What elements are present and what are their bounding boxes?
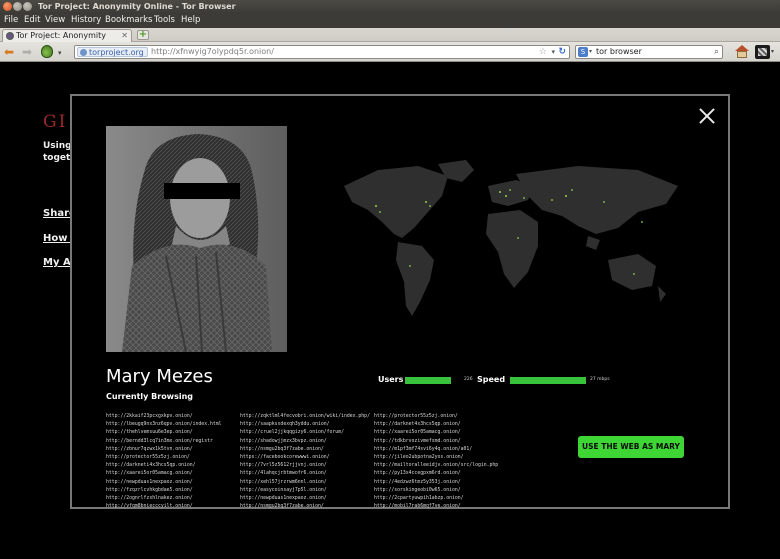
- window-titlebar: Tor Project: Anonymity Online - Tor Brow…: [0, 0, 780, 13]
- search-icon[interactable]: ⌕: [714, 46, 719, 58]
- new-tab-button[interactable]: +: [137, 30, 149, 40]
- menu-bar: File Edit View History Bookmarks Tools H…: [0, 13, 780, 28]
- visited-url: http://protector55z5zj.onion/: [374, 414, 458, 419]
- use-web-as-persona-button[interactable]: USE THE WEB AS MARY: [578, 436, 684, 458]
- url-list-column-2: http://zqktlml4fecvobri.onion/wiki/index…: [240, 413, 370, 511]
- reload-icon[interactable]: ↻: [558, 46, 566, 58]
- menu-bookmarks[interactable]: Bookmarks: [105, 13, 153, 28]
- url-list-column-3: http://protector55z5zj.onion/http://dark…: [374, 413, 498, 511]
- visited-url: http://darknet4x3hcs5qp.onion/: [374, 422, 461, 428]
- visited-url: http://vfqm8bniecccyilt.onion/: [106, 504, 193, 510]
- visited-url: http://darkneti4x3hcs5qp.onion/: [106, 463, 196, 469]
- menu-file[interactable]: File: [4, 13, 18, 28]
- users-value: 226: [464, 377, 473, 382]
- visited-url: http://newpduas1nexpaoz.onion/: [240, 496, 327, 502]
- speed-value: 27 mbps: [590, 377, 610, 382]
- visited-url: http://thehlvemsuu6e3ep.onion/: [106, 430, 193, 436]
- users-bar: [405, 377, 452, 384]
- tab-tor-project[interactable]: Tor Project: Anonymity Online ✕: [2, 29, 132, 52]
- visited-url: http://protector55z5zj.onion/: [106, 455, 190, 461]
- visited-url: http://jileo2ubpotna2yos.onion/: [374, 455, 464, 461]
- visited-url: http://py13x4ccegpxm6rd.onion/: [374, 471, 461, 477]
- menu-help[interactable]: Help: [181, 13, 200, 28]
- navigation-bar: ⬅ ➡ ▾ torproject.org http://xfnwyig7olyp…: [0, 42, 780, 62]
- visited-url: http://berndd3lcq7in3mx.onion/registr: [106, 438, 213, 444]
- speed-label: Speed: [477, 375, 506, 384]
- visited-url: http://xaarei5or05amacg.onion/: [106, 471, 193, 477]
- persona-modal: Mary Mezes Currently Browsing Users 226 …: [70, 94, 730, 509]
- background-logo: GI: [43, 112, 68, 132]
- visited-url: http://xehl57jrzrwm6nnl.onion/: [240, 479, 327, 485]
- url-text[interactable]: http://xfnwyig7olypdq5r.onion/: [151, 46, 274, 58]
- visited-url: http://zbnur7qzwx1k5tvn.onion/: [106, 446, 193, 452]
- history-dropdown-icon[interactable]: ▾: [551, 46, 555, 58]
- menu-edit[interactable]: Edit: [24, 13, 40, 28]
- world-map: [344, 160, 678, 316]
- visited-url: http://2ognrlfzxhlnakez.onion/: [106, 496, 193, 502]
- address-bar[interactable]: torproject.org http://xfnwyig7olypdq5r.o…: [74, 45, 570, 59]
- visited-url: http://saapksxdexqh3yddu.onion/: [240, 422, 330, 428]
- visited-url: http://zqktlml4fecvobri.onion/wiki/index…: [240, 414, 370, 419]
- visited-url: http://cruel2jjkqqgizy6.onion/forum/: [240, 430, 344, 436]
- menu-view[interactable]: View: [45, 13, 65, 28]
- eye-censor-bar: [164, 183, 240, 199]
- persona-photo: [106, 126, 287, 352]
- globe-icon: [80, 49, 87, 56]
- tab-favicon-icon: [6, 32, 14, 40]
- onion-menu-chevron-icon[interactable]: ▾: [58, 46, 62, 60]
- home-icon[interactable]: [735, 45, 749, 58]
- search-bar[interactable]: S ▾ tor browser ⌕: [575, 45, 723, 59]
- tab-close-icon[interactable]: ✕: [121, 30, 128, 42]
- addon-dropdown-icon[interactable]: ▾: [771, 45, 774, 59]
- visited-url: http://4edzwz6tmz5y353j.onion/: [374, 479, 461, 485]
- back-icon[interactable]: ⬅: [4, 45, 14, 59]
- visited-url: http://7vrl5z5612rjjvnj.onion/: [240, 463, 327, 469]
- tor-onion-icon[interactable]: [41, 45, 53, 58]
- visited-url: http://mailtoralleeidjv.onion/src/login.…: [374, 463, 499, 469]
- forward-icon[interactable]: ➡: [22, 45, 32, 59]
- search-engine-icon[interactable]: S: [578, 47, 588, 57]
- menu-history[interactable]: History: [71, 13, 101, 28]
- visited-url: http://sorskingeobi0w65.onion/: [374, 487, 461, 493]
- speed-bar: [510, 377, 586, 384]
- currently-browsing-label: Currently Browsing: [106, 392, 193, 401]
- window-minimize-button[interactable]: [13, 2, 22, 11]
- visited-url: http://mobil7rab6mqf7ve.onion/: [374, 504, 461, 510]
- search-input[interactable]: tor browser: [596, 46, 642, 58]
- background-intro: Using toget: [43, 141, 72, 163]
- visited-url: http://fzqzrlcvhkgbdae5.onion/: [106, 487, 193, 493]
- visited-url: http://newpduas1nexpaoz.onion/: [106, 479, 193, 485]
- visited-url: http://2kkaif23pcxgxkpv.onion/: [106, 414, 193, 419]
- visited-url: http://nsmgu2bq3f7zabe.onion/: [240, 504, 324, 510]
- visited-url: http://xaarei5or05amacg.onion/: [374, 430, 461, 436]
- visited-url: http://nsmgu2bq3f7zabe.onion/: [240, 446, 324, 452]
- visited-url: http://m1pf3mf74svi6y4q.onion/a01/: [374, 446, 473, 452]
- window-maximize-button[interactable]: [23, 2, 32, 11]
- visited-url: http://4lahqcjrbtmwofr6.onion/: [240, 471, 327, 477]
- addon-icon[interactable]: [755, 45, 770, 59]
- visited-url: http://2cpartyuwpih1abzp.onion/: [374, 496, 464, 502]
- star-icon[interactable]: ☆: [539, 46, 547, 58]
- page-viewport: GI Using toget alica Share How t My Ac: [0, 62, 780, 559]
- visited-url: http://lbeugq9nx3nz6qpv.onion/index.html: [106, 422, 222, 428]
- visited-url: http://shadowjjmzx3bvpz.onion/: [240, 438, 327, 444]
- search-engine-dropdown-icon[interactable]: ▾: [589, 46, 592, 58]
- close-icon[interactable]: [698, 107, 716, 125]
- url-list-column-1: http://2kkaif23pcxgxkpv.onion/http://lbe…: [106, 413, 222, 511]
- tab-bar: Tor Project: Anonymity Online ✕ +: [0, 28, 780, 52]
- persona-name: Mary Mezes: [106, 366, 213, 387]
- users-label: Users: [378, 375, 404, 384]
- visited-url: http://tdkbrvozivmefsmd.onion/: [374, 438, 461, 444]
- site-identity-button[interactable]: torproject.org: [77, 47, 148, 57]
- menu-tools[interactable]: Tools: [154, 13, 175, 28]
- window-close-button[interactable]: [3, 2, 12, 11]
- visited-url: http://easycoinsayj7p5l.onion/: [240, 487, 327, 493]
- window-title: Tor Project: Anonymity Online - Tor Brow…: [38, 2, 236, 11]
- visited-url: https://facebookcorewwwi.onion/: [240, 455, 330, 461]
